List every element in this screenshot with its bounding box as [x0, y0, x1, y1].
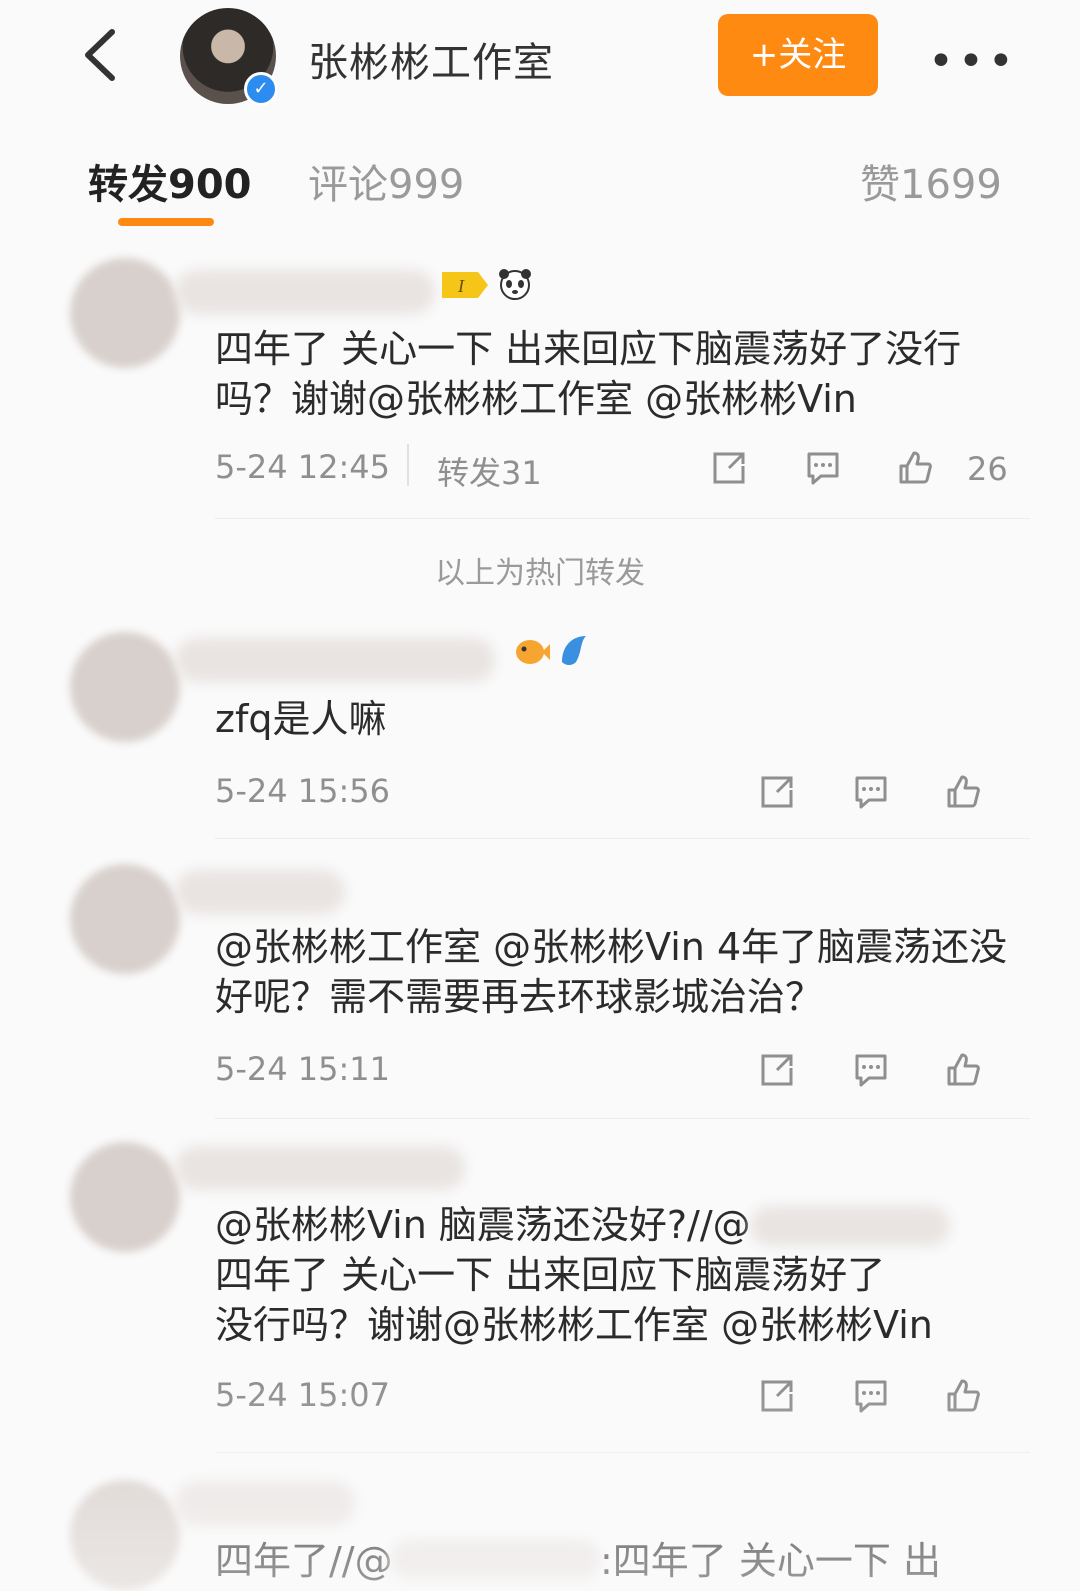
pufferfish-icon — [512, 634, 552, 677]
divider — [215, 518, 1030, 519]
tab-comment[interactable]: 评论999 — [308, 152, 464, 210]
blurred-username — [175, 638, 495, 682]
divider — [215, 1118, 1030, 1119]
list-item[interactable]: I 四年了 关心一下 出来回应下脑震荡好了没行吗？谢谢@张彬彬工作室 @张彬彬V… — [0, 250, 1080, 540]
post-meta: 5-24 15:56 — [215, 772, 1005, 812]
comment-icon[interactable] — [851, 1376, 891, 1416]
post-meta: 5-24 15:07 — [215, 1376, 1005, 1416]
avatar[interactable] — [70, 1142, 180, 1252]
like-icon[interactable] — [943, 772, 983, 812]
verified-check-icon: ✓ — [244, 72, 278, 106]
tab-bar: 转发900 评论999 赞1699 — [0, 140, 1080, 230]
share-icon[interactable] — [709, 448, 749, 488]
account-name[interactable]: 张彬彬工作室 — [308, 30, 554, 88]
list-item[interactable]: @张彬彬Vin 脑震荡还没好?//@ 四年了 关心一下 出来回应下脑震荡好了 没… — [0, 1128, 1080, 1458]
account-avatar[interactable]: ✓ — [180, 8, 280, 108]
blurred-username — [175, 1146, 465, 1190]
post-text-line-3: 没行吗？谢谢@张彬彬工作室 @张彬彬Vin — [215, 1303, 933, 1347]
like-icon[interactable] — [943, 1050, 983, 1090]
panda-icon — [496, 266, 534, 309]
list-item[interactable]: zfq是人嘛 5-24 15:56 — [0, 620, 1080, 840]
share-icon[interactable] — [757, 1376, 797, 1416]
post-time: 5-24 12:45 — [215, 448, 391, 486]
meta-separator — [407, 444, 409, 486]
blurred-username — [175, 870, 345, 914]
like-icon[interactable] — [943, 1376, 983, 1416]
dolphin-icon — [556, 632, 592, 677]
post-meta: 5-24 12:45 转发31 26 — [215, 444, 1008, 492]
blurred-username — [175, 1482, 355, 1526]
share-icon[interactable] — [757, 772, 797, 812]
post-text-part-1: 四年了//@ — [215, 1539, 393, 1583]
comment-icon[interactable] — [851, 772, 891, 812]
post-text-part-2: :四年了 关心一下 出 — [600, 1539, 941, 1583]
svg-text:I: I — [457, 276, 465, 296]
like-count: 26 — [967, 450, 1008, 488]
post-time: 5-24 15:56 — [215, 772, 391, 810]
post-text: @张彬彬工作室 @张彬彬Vin 4年了脑震荡还没好呢？需不需要再去环球影城治治？ — [215, 925, 1008, 1019]
repost-list-page: ✓ 张彬彬工作室 +关注 ••• 转发900 评论999 赞1699 I 四年了… — [0, 0, 1080, 1591]
blurred-username — [175, 270, 435, 314]
post-time: 5-24 15:11 — [215, 1050, 391, 1088]
top-bar: ✓ 张彬彬工作室 +关注 ••• — [0, 0, 1080, 115]
member-badge-icon: I — [440, 268, 490, 309]
like-icon[interactable] — [895, 448, 935, 488]
more-options-icon[interactable]: ••• — [928, 36, 1018, 87]
tab-repost[interactable]: 转发900 — [88, 152, 252, 210]
blurred-mention — [390, 1540, 600, 1580]
back-arrow-icon — [85, 29, 115, 81]
hot-reposts-label: 以上为热门转发 — [435, 556, 645, 591]
post-meta: 5-24 15:11 — [215, 1050, 1005, 1090]
avatar[interactable] — [70, 632, 180, 742]
avatar[interactable] — [70, 864, 180, 974]
list-item[interactable]: 四年了//@ :四年了 关心一下 出 — [0, 1470, 1080, 1591]
divider — [215, 838, 1030, 839]
avatar[interactable] — [70, 1480, 180, 1590]
post-time: 5-24 15:07 — [215, 1376, 391, 1414]
post-text: 四年了 关心一下 出来回应下脑震荡好了没行吗？谢谢@张彬彬工作室 @张彬彬Vin — [215, 327, 962, 421]
active-tab-indicator — [118, 218, 214, 226]
post-text: zfq是人嘛 — [215, 697, 387, 741]
repost-count[interactable]: 转发31 — [437, 448, 542, 494]
post-text-line-2: 四年了 关心一下 出来回应下脑震荡好了 — [215, 1253, 886, 1297]
back-button[interactable] — [72, 20, 132, 90]
share-icon[interactable] — [757, 1050, 797, 1090]
blurred-mention — [750, 1206, 950, 1246]
avatar[interactable] — [70, 258, 180, 368]
divider — [215, 1452, 1030, 1453]
tab-like[interactable]: 赞1699 — [860, 152, 1002, 210]
list-item[interactable]: @张彬彬工作室 @张彬彬Vin 4年了脑震荡还没好呢？需不需要再去环球影城治治？… — [0, 850, 1080, 1120]
comment-icon[interactable] — [851, 1050, 891, 1090]
follow-button[interactable]: +关注 — [718, 14, 878, 96]
comment-icon[interactable] — [803, 448, 843, 488]
